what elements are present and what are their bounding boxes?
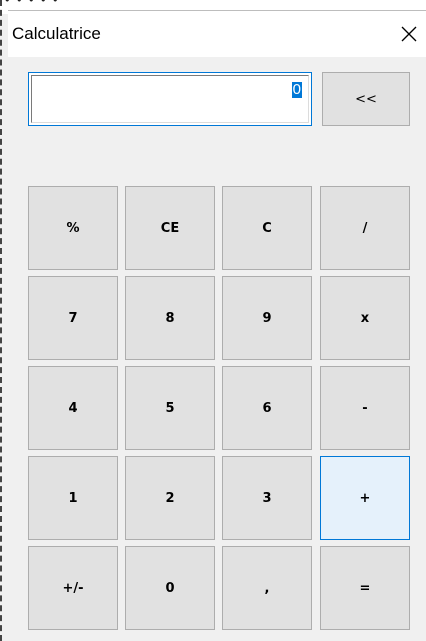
close-button[interactable] (398, 23, 420, 45)
key-digit-2-button[interactable]: 2 (125, 456, 215, 540)
close-icon (401, 26, 417, 42)
key-digit-5-button[interactable]: 5 (125, 366, 215, 450)
key-digit-3-button[interactable]: 3 (222, 456, 312, 540)
display-inner-border: 0 (31, 75, 309, 123)
key-digit-9-button[interactable]: 9 (222, 276, 312, 360)
key-digit-0-button[interactable]: 0 (125, 546, 215, 630)
backspace-button[interactable]: << (322, 72, 410, 126)
key-clear-entry-button[interactable]: CE (125, 186, 215, 270)
key-divide-button[interactable]: / (320, 186, 410, 270)
key-digit-8-button[interactable]: 8 (125, 276, 215, 360)
display-value: 0 (291, 81, 302, 98)
calculator-window: Calculatrice 0 << % CE C/7 8 9 x 4 5 6-1 2 3 + +/- 0,… (8, 10, 426, 641)
key-digit-1-button[interactable]: 1 (28, 456, 118, 540)
key-equals-button[interactable]: = (320, 546, 410, 630)
title-bar: Calculatrice (8, 11, 426, 57)
display-field[interactable]: 0 (28, 72, 312, 126)
key-digit-6-button[interactable]: 6 (222, 366, 312, 450)
key-multiply-button[interactable]: x (320, 276, 410, 360)
key-subtract-button[interactable]: - (320, 366, 410, 450)
background-window-edge (0, 0, 4, 641)
key-clear-button[interactable]: C (222, 186, 312, 270)
key-add-button[interactable]: + (320, 456, 410, 540)
keypad: % CE C/ 7 8 9 x 4 5 6- 1 2 3 + +/- 0, = (28, 186, 410, 632)
key-digit-4-button[interactable]: 4 (28, 366, 118, 450)
screen: • • • • • Calculatrice 0 << % CE C/ 7 8 9 x 4 5 6… (0, 0, 426, 641)
background-text-fragment: • • • • • (4, 0, 60, 7)
key-decimal-button[interactable]: , (222, 546, 312, 630)
window-title: Calculatrice (12, 24, 101, 43)
key-percent-button[interactable]: % (28, 186, 118, 270)
key-digit-7-button[interactable]: 7 (28, 276, 118, 360)
key-negate-button[interactable]: +/- (28, 546, 118, 630)
